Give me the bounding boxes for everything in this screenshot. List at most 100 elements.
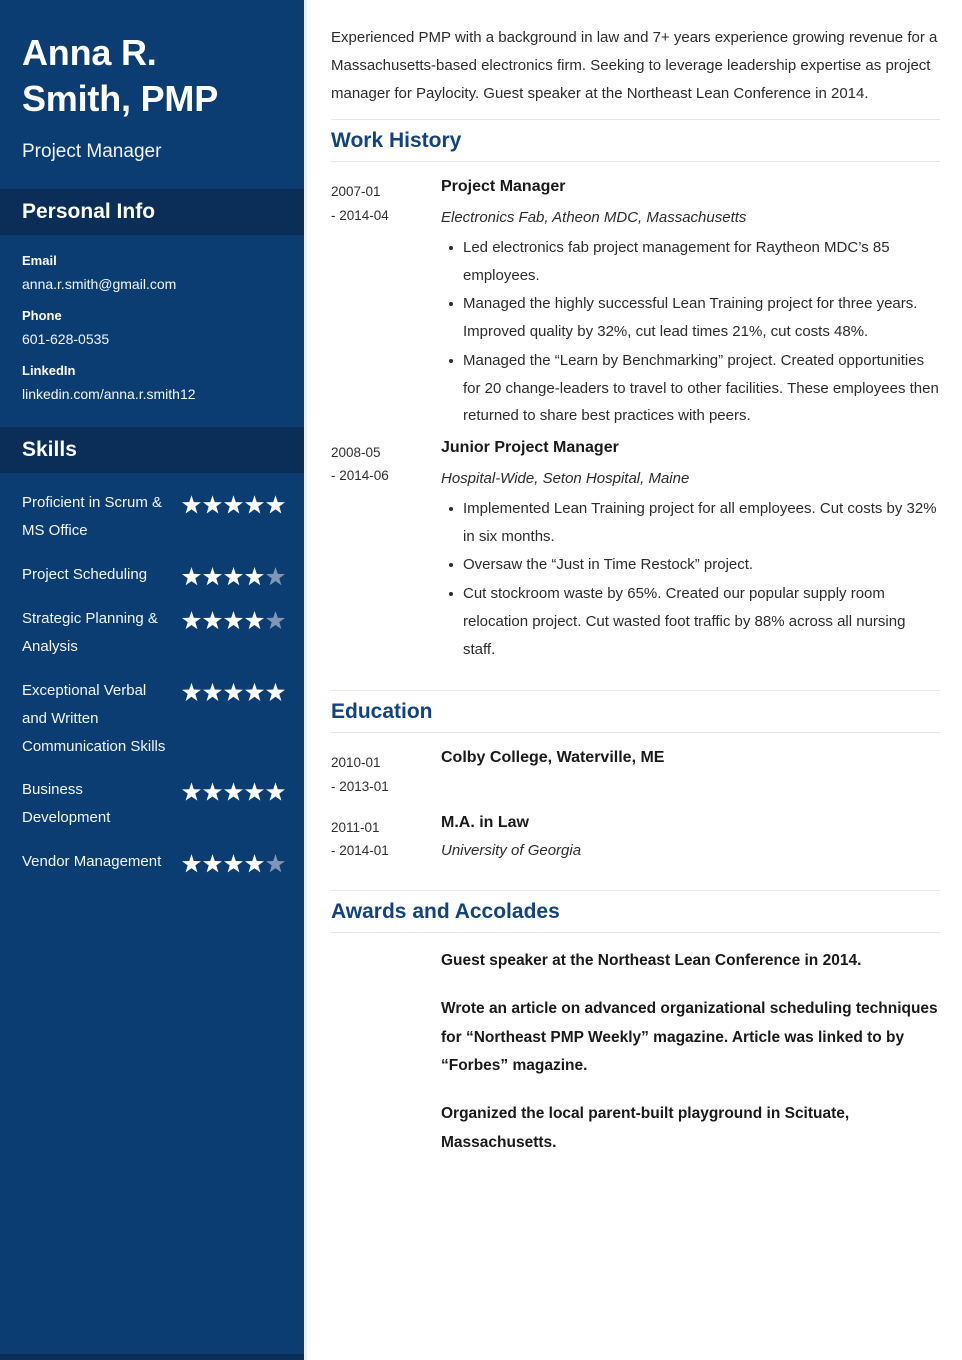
skills-heading: Skills (22, 438, 77, 462)
entry-date-start: 2007-01 (331, 184, 381, 200)
skill-row: Project Scheduling (22, 561, 285, 589)
star-filled-icon (224, 567, 243, 586)
star-filled-icon (245, 610, 264, 630)
education-date-end: - 2013-01 (331, 778, 389, 794)
star-filled-icon (266, 782, 285, 801)
work-history-entry: 2008-05 - 2014-06 Junior Project Manager Ho… (331, 437, 940, 664)
contact-label-linkedin: LinkedIn (22, 363, 76, 379)
star-filled-icon (203, 495, 222, 514)
entry-body: Project Manager Electronics Fab, Atheon M… (441, 176, 940, 431)
star-filled-icon (203, 682, 222, 701)
education-date-start: 2011-01 (331, 819, 380, 835)
star-filled-icon (224, 682, 243, 701)
skill-rating-stars (180, 489, 285, 514)
entry-organization: Electronics Fab, Atheon MDC, Massachuset… (441, 208, 747, 226)
star-empty-icon (266, 610, 285, 630)
skill-rating-stars (180, 848, 285, 873)
education-date-end: - 2014-01 (331, 843, 389, 859)
contact-value-linkedin[interactable]: linkedin.com/anna.r.smith12 (22, 385, 282, 403)
candidate-job-title: Project Manager (22, 141, 162, 163)
work-history-header: Work History (331, 119, 940, 163)
candidate-name-line-2: Smith, PMP (22, 78, 219, 120)
skill-rating-stars (180, 677, 285, 702)
star-filled-icon (224, 610, 243, 630)
personal-info-header: Personal Info (0, 188, 304, 235)
candidate-name: Anna R. Smith, PMP (22, 30, 282, 122)
star-empty-icon (266, 854, 285, 873)
education-body: Colby College, Waterville, ME (441, 747, 940, 776)
candidate-name-line-1: Anna R. (22, 32, 157, 73)
section-work-history: Work History 2007-01 - 2014-04 Project Man… (331, 119, 940, 664)
sidebar: Anna R. Smith, PMP Project Manager Perso… (0, 0, 307, 1360)
entry-bullet: Implemented Lean Training project for al… (449, 495, 940, 551)
personal-info-list: Email anna.r.smith@gmail.com Phone 601-6… (0, 235, 304, 403)
skills-header: Skills (0, 427, 304, 474)
education-date-range: 2011-01 - 2014-01 (331, 812, 441, 862)
skill-name: Vendor Management (22, 853, 162, 871)
entry-bullet: Led electronics fab project management f… (449, 234, 940, 290)
entry-bullet-list: Led electronics fab project management f… (441, 234, 940, 430)
skill-rating-stars (180, 561, 285, 586)
contact-label-email: Email (22, 252, 57, 268)
skill-rating-stars (180, 605, 285, 630)
awards-list: Guest speaker at the Northeast Lean Conf… (331, 947, 940, 1157)
entry-bullet: Cut stockroom waste by 65%. Created our … (449, 580, 940, 663)
work-history-entries: 2007-01 - 2014-04 Project Manager Electroni… (331, 176, 940, 664)
skill-row: Proficient in Scrum & MS Office (22, 489, 285, 545)
entry-bullet: Oversaw the “Just in Time Restock” proje… (449, 551, 940, 579)
star-filled-icon (182, 495, 201, 514)
star-filled-icon (224, 782, 243, 801)
contact-value-email[interactable]: anna.r.smith@gmail.com (22, 275, 282, 293)
star-filled-icon (182, 610, 201, 630)
entry-body: Junior Project Manager Hospital-Wide, Set… (441, 437, 940, 664)
education-entry: 2011-01 - 2014-01 M.A. in Law University of… (331, 812, 940, 862)
skill-row: Business Development (22, 776, 285, 832)
star-filled-icon (266, 682, 285, 701)
education-date-range: 2010-01 - 2013-01 (331, 747, 441, 797)
star-empty-icon (266, 567, 285, 586)
education-entries: 2010-01 - 2013-01 Colby College, Watervill… (331, 747, 940, 862)
awards-header: Awards and Accolades (331, 890, 940, 934)
skill-name: Business Development (22, 781, 111, 827)
education-entry: 2010-01 - 2013-01 Colby College, Watervill… (331, 747, 940, 797)
star-filled-icon (203, 854, 222, 873)
resume-page: Anna R. Smith, PMP Project Manager Perso… (0, 0, 962, 1360)
entry-role-title: Project Manager (441, 178, 566, 196)
skill-name: Strategic Planning & Analysis (22, 609, 158, 655)
education-body: M.A. in Law University of Georgia (441, 812, 940, 862)
education-heading: Education (331, 700, 433, 724)
contact-value-phone[interactable]: 601-628-0535 (22, 330, 282, 348)
award-item: Wrote an article on advanced organizatio… (441, 1000, 938, 1075)
entry-date-start: 2008-05 (331, 445, 381, 461)
skills-list: Proficient in Scrum & MS Office Project S… (0, 473, 304, 876)
skill-row: Vendor Management (22, 848, 285, 876)
skill-name: Project Scheduling (22, 566, 148, 584)
entry-bullet: Managed the highly successful Lean Train… (449, 290, 940, 346)
star-filled-icon (245, 682, 264, 701)
section-education: Education 2010-01 - 2013-01 Colby College,… (331, 690, 940, 862)
entry-date-end: - 2014-04 (331, 207, 389, 223)
star-filled-icon (182, 567, 201, 586)
entry-date-range: 2007-01 - 2014-04 (331, 176, 441, 226)
contact-label-phone: Phone (22, 308, 62, 324)
professional-summary: Experienced PMP with a background in law… (331, 29, 938, 102)
skill-row: Exceptional Verbal and Written Communica… (22, 677, 285, 761)
education-date-start: 2010-01 (331, 755, 381, 771)
section-awards: Awards and Accolades Guest speaker at th… (331, 890, 940, 1157)
education-school: Colby College, Waterville, ME (441, 749, 665, 767)
awards-heading: Awards and Accolades (331, 900, 560, 924)
contact-item-email: Email anna.r.smith@gmail.com (22, 253, 282, 293)
contact-item-linkedin: LinkedIn linkedin.com/anna.r.smith12 (22, 363, 282, 403)
work-history-heading: Work History (331, 129, 462, 153)
star-filled-icon (224, 854, 243, 873)
star-filled-icon (245, 495, 264, 514)
entry-bullet: Managed the “Learn by Benchmarking” proj… (449, 347, 940, 430)
star-filled-icon (245, 782, 264, 801)
star-filled-icon (182, 782, 201, 801)
entry-organization: Hospital-Wide, Seton Hospital, Maine (441, 469, 690, 487)
star-filled-icon (182, 854, 201, 873)
star-filled-icon (182, 682, 201, 701)
education-institution: University of Georgia (441, 842, 582, 860)
star-filled-icon (224, 495, 243, 514)
education-school: M.A. in Law (441, 813, 529, 831)
